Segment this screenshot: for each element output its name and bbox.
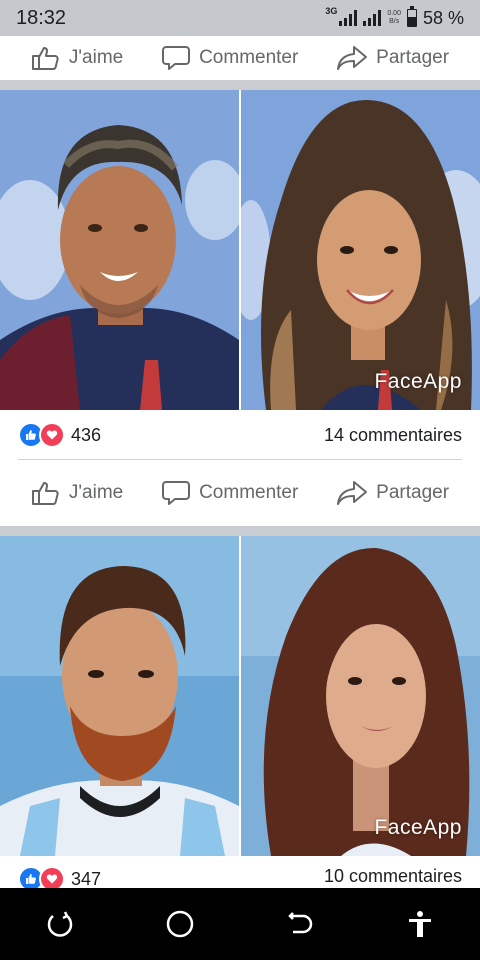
thumbs-up-icon bbox=[31, 47, 59, 70]
recent-apps-button[interactable] bbox=[36, 900, 84, 948]
comment-button[interactable]: Commenter bbox=[161, 479, 298, 507]
love-reaction-icon bbox=[39, 422, 65, 448]
comments-count-link[interactable]: 10 commentaires bbox=[324, 866, 462, 887]
reaction-count: 347 bbox=[71, 868, 102, 889]
share-icon bbox=[337, 46, 368, 70]
signal-icon-2 bbox=[363, 10, 382, 26]
back-button[interactable] bbox=[276, 900, 324, 948]
clock: 18:32 bbox=[16, 6, 67, 29]
faceapp-watermark: FaceApp bbox=[374, 816, 462, 839]
action-bar-top: J'aime Commenter Partager bbox=[0, 36, 480, 80]
share-icon bbox=[337, 481, 368, 505]
portrait-image bbox=[241, 536, 480, 856]
status-icons: 3G 0.00 B/s 58 % bbox=[325, 6, 464, 29]
post-2-reactions-row: 347 10 commentaires bbox=[0, 856, 480, 888]
system-navigation-bar bbox=[0, 888, 480, 960]
battery-icon bbox=[406, 6, 417, 27]
signal-icon bbox=[339, 10, 358, 26]
reaction-icons bbox=[18, 422, 65, 448]
portrait-image bbox=[0, 90, 239, 410]
post-1-reactions-row: 436 14 commentaires bbox=[0, 410, 480, 460]
recent-apps-icon bbox=[47, 911, 73, 937]
network-speed: 0.00 B/s bbox=[387, 10, 401, 25]
like-button[interactable]: J'aime bbox=[31, 45, 123, 71]
comment-icon bbox=[162, 46, 191, 70]
network-type: 3G bbox=[325, 6, 338, 16]
home-button[interactable] bbox=[156, 900, 204, 948]
thumbs-up-icon bbox=[31, 482, 59, 505]
like-button[interactable]: J'aime bbox=[31, 480, 123, 506]
post-image-pair: FaceApp bbox=[0, 90, 480, 410]
accessibility-icon bbox=[409, 911, 431, 937]
portrait-image bbox=[0, 536, 239, 856]
faceapp-watermark: FaceApp bbox=[374, 370, 462, 393]
comments-count-link[interactable]: 14 commentaires bbox=[324, 425, 462, 446]
portrait-image bbox=[241, 90, 480, 410]
photo-woman-portrait[interactable]: FaceApp bbox=[241, 90, 480, 410]
comment-icon bbox=[162, 481, 191, 505]
back-icon bbox=[288, 912, 313, 934]
battery-level: 58 % bbox=[422, 7, 464, 28]
reaction-icons bbox=[18, 866, 65, 888]
photo-woman-portrait[interactable]: FaceApp bbox=[241, 536, 480, 856]
home-icon bbox=[166, 910, 194, 938]
photo-man-portrait[interactable] bbox=[0, 536, 239, 856]
action-bar-post-1: J'aime Commenter Partager bbox=[0, 460, 480, 526]
status-bar: 18:32 3G 0.00 B/s 58 % bbox=[0, 0, 480, 36]
reaction-count: 436 bbox=[71, 424, 102, 445]
accessibility-button[interactable] bbox=[396, 900, 444, 948]
share-button[interactable]: Partager bbox=[336, 480, 449, 506]
reaction-summary[interactable]: 347 bbox=[18, 866, 101, 888]
reaction-summary[interactable]: 436 bbox=[18, 422, 101, 448]
post-image-pair: FaceApp bbox=[0, 536, 480, 856]
share-button[interactable]: Partager bbox=[336, 45, 449, 71]
love-reaction-icon bbox=[39, 866, 65, 888]
photo-man-portrait[interactable] bbox=[0, 90, 239, 410]
comment-button[interactable]: Commenter bbox=[161, 44, 298, 72]
